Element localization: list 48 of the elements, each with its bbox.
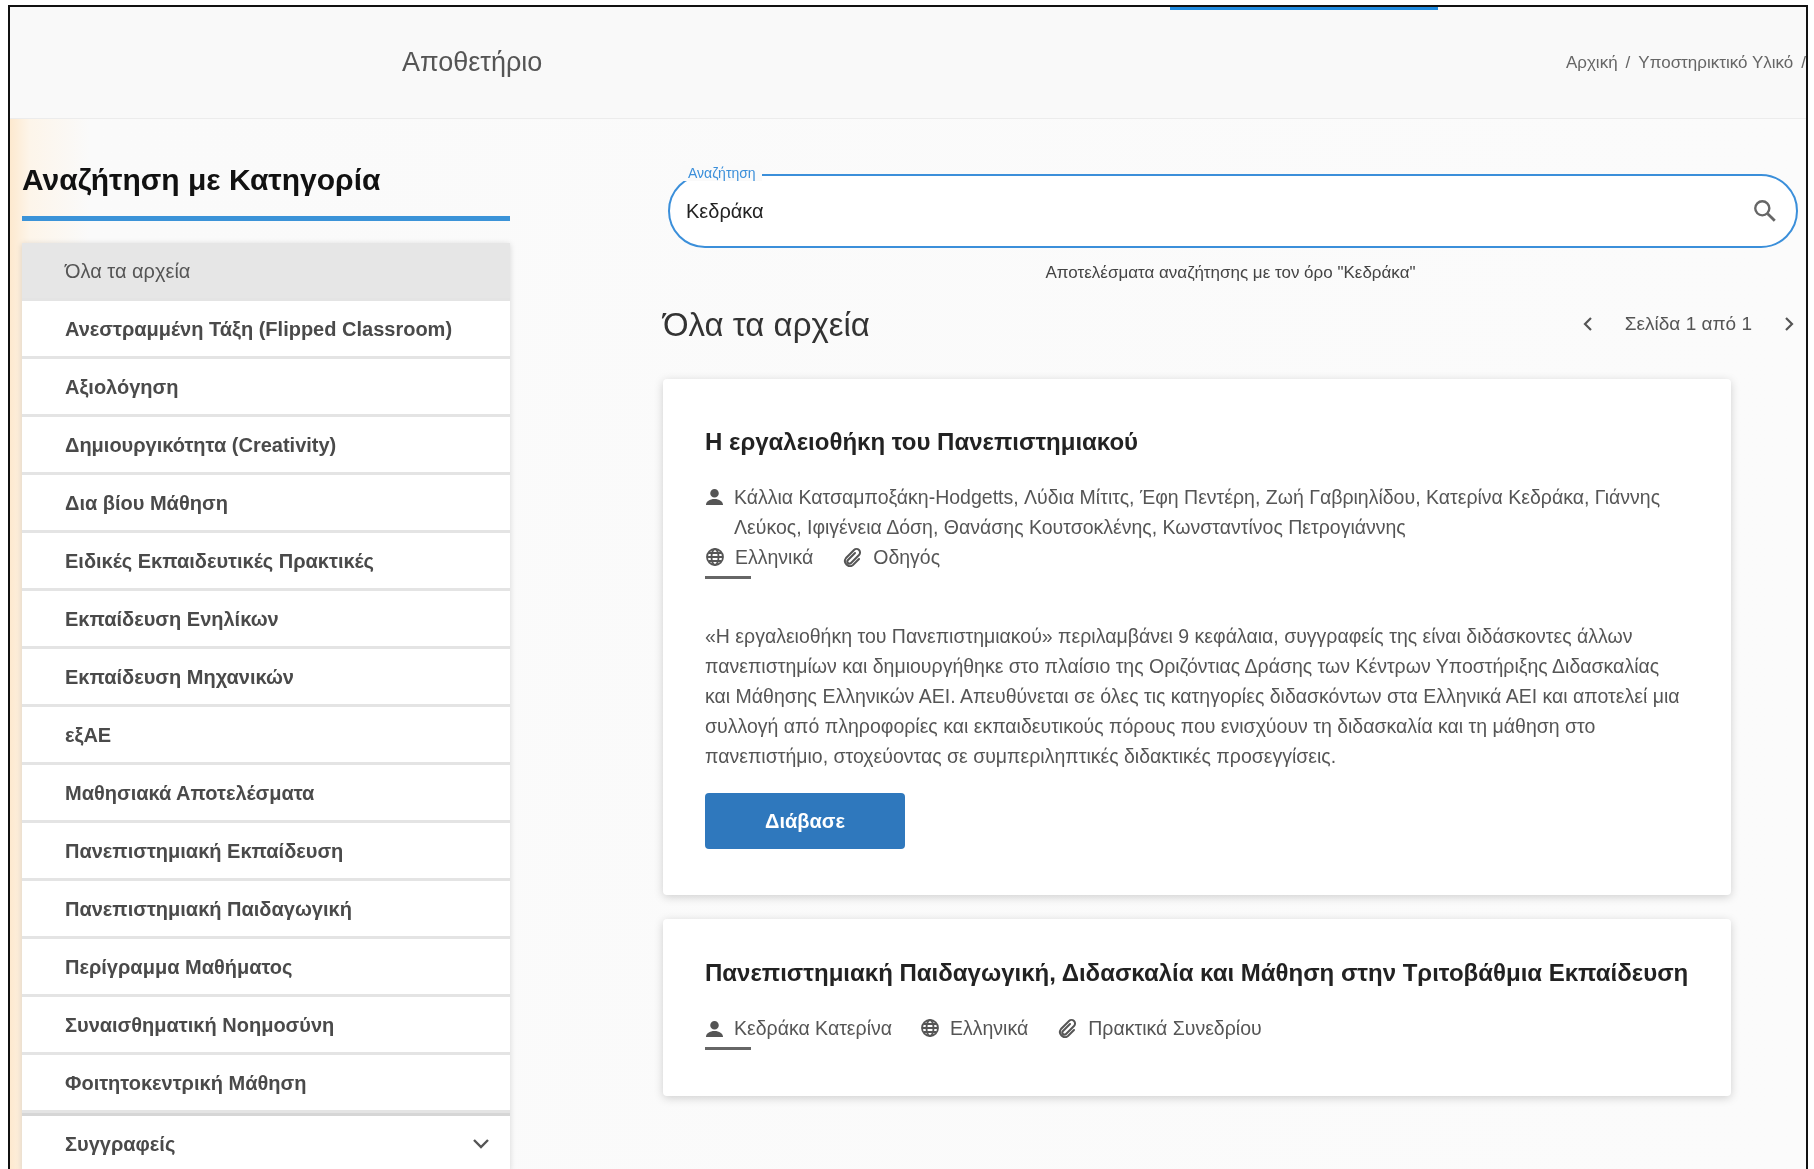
site-title: Αποθετήριο [402,46,543,80]
breadcrumb-link[interactable]: Υποστηρικτικό Υλικό [1638,49,1794,76]
description-paragraph: «Η εργαλειοθήκη του Πανεπιστημιακού» περιλαμβάνει 9 κεφάλαια, συγγραφείς της είναι διδάσκοντες άλλων πανεπιστημίων και δημιουργήθηκε στο πλαίσιο της Οριζόντιας Δράσης των Κέντρων Υποστήριξης Διδασκαλίας και Μάθησης Ελληνικών ΑΕΙ. Απευθύνεται σε όλες τις κατηγορίες διδασκόντων στα Ελληνικά ΑΕΙ και αποτελεί μια συλλογή από πληροφορίες και εκπαιδευτικούς πόρους που ενισχύουν τη διδασκαλία και τη μάθηση στο πανεπιστήμιο, στοχεύοντας σε συμπεριληπτικές διδακτικές προσεγγίσεις. [705,624,1681,769]
read-button[interactable]: Διάβασε [705,793,905,849]
breadcrumb-separator: / [1625,51,1631,74]
category-item[interactable]: Όλα τα αρχεία [22,243,510,301]
section-toggle[interactable]: Συγγραφείς [22,1113,510,1169]
paperclip-icon [841,547,862,567]
result-title: Η εργαλειοθήκη του Πανεπιστημιακού [705,427,1140,457]
category-item[interactable]: Μαθησιακά Αποτελέσματα [22,765,510,823]
category-item[interactable]: Φοιτητοκεντρική Μάθηση [22,1055,510,1113]
category-item[interactable]: Πανεπιστημιακή Εκπαίδευση [22,823,510,881]
page-indicator: Σελίδα 1 από 1 [1624,312,1752,336]
language-text: Ελληνικά [950,1016,1029,1041]
type-text: Οδηγός [873,545,941,570]
type-text: Πρακτικά Συνεδρίου [1088,1016,1262,1041]
breadcrumb-link[interactable]: Αρχική [1565,49,1618,76]
person-icon [705,487,724,506]
chevron-down-icon [472,1137,490,1150]
language-text: Ελληνικά [735,545,814,570]
category-item[interactable]: Δια βίου Μάθηση [22,475,510,533]
category-item[interactable]: Ειδικές Εκπαιδευτικές Πρακτικές [22,533,510,591]
paperclip-icon [1056,1018,1077,1038]
chevron-left-icon [1582,316,1593,333]
category-item[interactable]: Περίγραμμα Μαθήματος [22,939,510,997]
category-item[interactable]: Εκπαίδευση Ενηλίκων [22,591,510,649]
category-item[interactable]: Συναισθηματική Νοημοσύνη [22,997,510,1055]
authors-text: Κάλλια Κατσαμποξάκη-Hodgetts, Λύδια Μίτιτς, Έφη Πεντέρη, Ζωή Γαβριηλίδου, Κατερίνα Κεδράκα, Γιάννης Λεύκος, Ιφιγένεια Δόση, Θανάσης Κουτσοκλένης, Κωνσταντίνος Πετρογιάννης [734,485,1662,540]
result-title: Πανεπιστημιακή Παιδαγωγική, Διδασκαλία και Μάθηση στην Τριτοβάθμια Εκπαίδευση [705,958,1689,988]
results-heading: Όλα τα αρχεία [663,304,870,345]
authors-text: Κεδράκα Κατερίνα [734,1016,892,1041]
category-item[interactable]: Ανεστραμμένη Τάξη (Flipped Classroom) [22,301,510,359]
globe-icon [705,547,725,567]
search-button[interactable] [1752,198,1778,224]
category-item[interactable]: Πανεπιστημιακή Παιδαγωγική [22,881,510,939]
category-item[interactable]: Δημιουργικότητα (Creativity) [22,417,510,475]
search-label: Αναζήτηση [682,165,762,181]
category-item[interactable]: εξΑΕ [22,707,510,765]
search-icon [1752,198,1778,224]
breadcrumb-separator: / [1801,51,1806,74]
person-icon [705,1018,724,1038]
sidebar-heading: Αναζήτηση με Κατηγορία [22,157,510,221]
category-item[interactable]: Εκπαίδευση Μηχανικών [22,649,510,707]
section-label: Συγγραφείς [65,1131,176,1157]
results-note: Αποτελέσματα αναζήτησης με τον όρο "Κεδράκα" [1044,262,1417,284]
globe-icon [920,1018,940,1038]
chevron-right-icon [1784,316,1794,333]
category-item[interactable]: Αξιολόγηση [22,359,510,417]
